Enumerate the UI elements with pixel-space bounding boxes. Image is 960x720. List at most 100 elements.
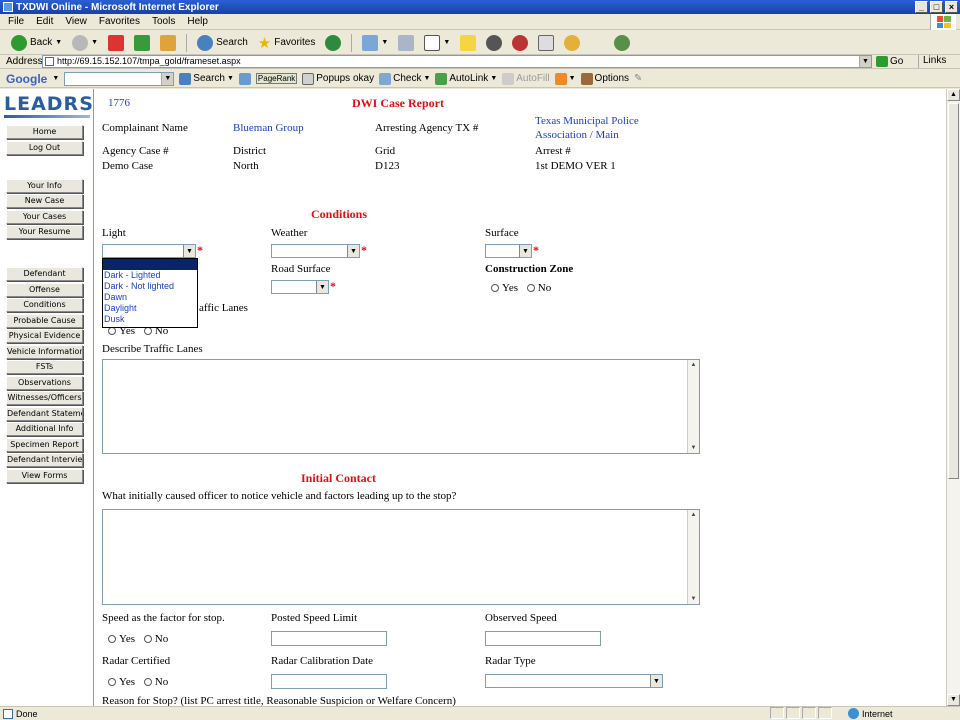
initial-contact-textarea[interactable]: ▲ ▼ [102, 509, 700, 605]
blogger-button[interactable]: ▼ [554, 72, 576, 85]
construction-no-radio[interactable] [526, 284, 535, 293]
radar-certified-yes-radio[interactable] [108, 678, 116, 687]
nav-your-info-button[interactable]: Your Info [6, 179, 83, 193]
scroll-down-icon[interactable]: ▼ [947, 694, 960, 706]
chevron-down-icon[interactable]: ▼ [859, 56, 871, 67]
discuss-button[interactable] [457, 33, 479, 53]
options-button[interactable]: Options [580, 72, 629, 85]
menu-view[interactable]: View [65, 16, 87, 27]
nav-defendant-interview-button[interactable]: Defendant Interview [6, 453, 83, 467]
home-button[interactable] [157, 33, 179, 53]
chevron-down-icon[interactable]: ▼ [316, 281, 328, 293]
chevron-down-icon[interactable]: ▼ [519, 245, 531, 257]
textarea-scrollbar[interactable]: ▲ ▼ [687, 360, 699, 453]
menu-file[interactable]: File [8, 16, 24, 27]
speed-factor-yes-radio[interactable] [108, 635, 116, 644]
scrollbar-thumb[interactable] [948, 103, 959, 479]
scroll-down-icon[interactable]: ▼ [688, 594, 699, 604]
traffic-lanes-no-radio[interactable] [143, 327, 152, 336]
nav-specimen-report-button[interactable]: Specimen Report [6, 438, 83, 452]
menu-tools[interactable]: Tools [152, 16, 175, 27]
autofill-button[interactable]: AutoFill [502, 72, 550, 85]
nav-home-button[interactable]: Home [6, 125, 83, 139]
light-option-dusk[interactable]: Dusk [103, 314, 197, 325]
print-button[interactable] [395, 33, 417, 53]
nav-observations-button[interactable]: Observations [6, 376, 83, 390]
scroll-up-icon[interactable]: ▲ [688, 360, 699, 370]
toolbar-extra-button[interactable] [561, 33, 583, 53]
history-button[interactable] [322, 33, 344, 53]
nav-new-case-button[interactable]: New Case [6, 194, 83, 208]
light-select[interactable]: ▼ [102, 244, 196, 258]
spell-check-button[interactable]: Check ▼ [379, 72, 430, 85]
page-scrollbar[interactable]: ▲ ▼ [946, 89, 960, 706]
chevron-down-icon[interactable]: ▼ [347, 245, 359, 257]
posted-speed-input[interactable] [271, 631, 387, 646]
chevron-down-icon[interactable]: ▼ [183, 245, 195, 257]
close-button[interactable]: × [945, 1, 958, 13]
popups-button[interactable]: Popups okay [302, 72, 374, 85]
radar-calibration-input[interactable] [271, 674, 387, 689]
mail-button[interactable]: ▼ [359, 33, 391, 53]
nav-view-forms-button[interactable]: View Forms [6, 469, 83, 483]
google-search-button[interactable]: Search ▼ [179, 72, 234, 85]
links-button[interactable]: Links [918, 55, 946, 68]
nav-your-resume-button[interactable]: Your Resume [6, 225, 83, 239]
nav-conditions-button[interactable]: Conditions [6, 298, 83, 312]
nav-your-cases-button[interactable]: Your Cases [6, 210, 83, 224]
nav-physical-evidence-button[interactable]: Physical Evidence [6, 329, 83, 343]
forward-button[interactable]: ▼ [69, 33, 101, 53]
autolink-button[interactable]: AutoLink ▼ [435, 72, 497, 85]
back-button[interactable]: Back ▼ [8, 33, 65, 53]
search-button[interactable]: Search [194, 33, 251, 53]
traffic-lanes-yes-radio[interactable] [108, 327, 116, 336]
light-option-daylight[interactable]: Daylight [103, 303, 197, 314]
radar-type-select[interactable]: ▼ [485, 674, 663, 688]
menu-favorites[interactable]: Favorites [99, 16, 140, 27]
go-button[interactable]: Go [876, 55, 903, 68]
nav-fsts-button[interactable]: FSTs [6, 360, 83, 374]
observed-speed-input[interactable] [485, 631, 601, 646]
road-surface-select[interactable]: ▼ [271, 280, 329, 294]
address-input[interactable]: http://69.15.152.107/tmpa_gold/frameset.… [42, 55, 872, 68]
phone-button[interactable] [535, 33, 557, 53]
nav-defendant-statement-button[interactable]: Defendant Statement [6, 407, 83, 421]
light-option-dark-lighted[interactable]: Dark - Lighted [103, 270, 197, 281]
google-search-input[interactable]: ▼ [64, 71, 175, 86]
scroll-down-icon[interactable]: ▼ [688, 443, 699, 453]
radar-certified-no-radio[interactable] [143, 678, 152, 687]
nav-defendant-button[interactable]: Defendant [6, 267, 83, 281]
messenger-button[interactable] [509, 33, 531, 53]
minimize-button[interactable]: _ [915, 1, 928, 13]
nav-vehicle-information-button[interactable]: Vehicle Information [6, 345, 83, 359]
light-option-blank[interactable] [103, 259, 197, 270]
chevron-down-icon[interactable]: ▼ [161, 72, 174, 85]
describe-traffic-lanes-textarea[interactable]: ▲ ▼ [102, 359, 700, 454]
menu-help[interactable]: Help [187, 16, 208, 27]
light-option-dawn[interactable]: Dawn [103, 292, 197, 303]
scroll-up-icon[interactable]: ▲ [688, 510, 699, 520]
chevron-down-icon[interactable]: ▼ [52, 75, 59, 82]
nav-witnesses-officers-button[interactable]: Witnesses/Officers [6, 391, 83, 405]
edit-button[interactable]: ▼ [421, 33, 453, 53]
surface-select[interactable]: ▼ [485, 244, 532, 258]
light-option-dark-not-lighted[interactable]: Dark - Not lighted [103, 281, 197, 292]
speed-factor-no-radio[interactable] [143, 635, 152, 644]
favorites-button[interactable]: ★ Favorites [255, 33, 319, 53]
construction-yes-radio[interactable] [491, 284, 499, 293]
scroll-up-icon[interactable]: ▲ [947, 89, 960, 101]
stop-button[interactable] [105, 33, 127, 53]
nav-offense-button[interactable]: Offense [6, 283, 83, 297]
menu-edit[interactable]: Edit [36, 16, 53, 27]
pagerank-button[interactable]: PageRank [255, 73, 298, 84]
textarea-scrollbar[interactable]: ▲ ▼ [687, 510, 699, 604]
chevron-down-icon[interactable]: ▼ [650, 675, 662, 687]
weather-select[interactable]: ▼ [271, 244, 360, 258]
highlight-button[interactable]: ✎ [634, 73, 642, 84]
research-button[interactable] [483, 33, 505, 53]
google-news-button[interactable] [238, 72, 251, 85]
toolbar-extra-button-2[interactable] [611, 33, 633, 53]
refresh-button[interactable] [131, 33, 153, 53]
google-logo[interactable]: Google [6, 72, 47, 86]
nav-logout-button[interactable]: Log Out [6, 141, 83, 155]
